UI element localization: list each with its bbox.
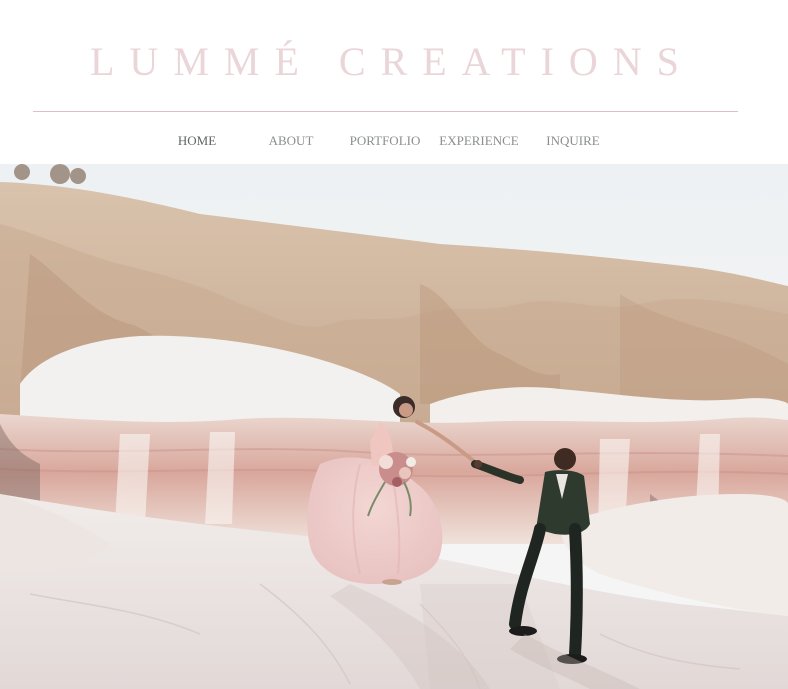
page: LUMMÉ CREATIONS HOME ABOUT PORTFOLIO EXP…	[0, 0, 788, 689]
hero-photo	[0, 164, 788, 689]
site-logo-title[interactable]: LUMMÉ CREATIONS	[90, 38, 710, 86]
header-divider	[33, 111, 738, 112]
main-nav: HOME ABOUT PORTFOLIO EXPERIENCE INQUIRE	[150, 130, 620, 152]
nav-item-home[interactable]: HOME	[150, 130, 244, 152]
nav-item-inquire[interactable]: INQUIRE	[526, 130, 620, 152]
hero-photo-illustration	[0, 164, 788, 689]
nav-item-experience[interactable]: EXPERIENCE	[432, 130, 526, 152]
nav-item-portfolio[interactable]: PORTFOLIO	[338, 130, 432, 152]
site-header: LUMMÉ CREATIONS HOME ABOUT PORTFOLIO EXP…	[0, 0, 788, 164]
nav-item-about[interactable]: ABOUT	[244, 130, 338, 152]
